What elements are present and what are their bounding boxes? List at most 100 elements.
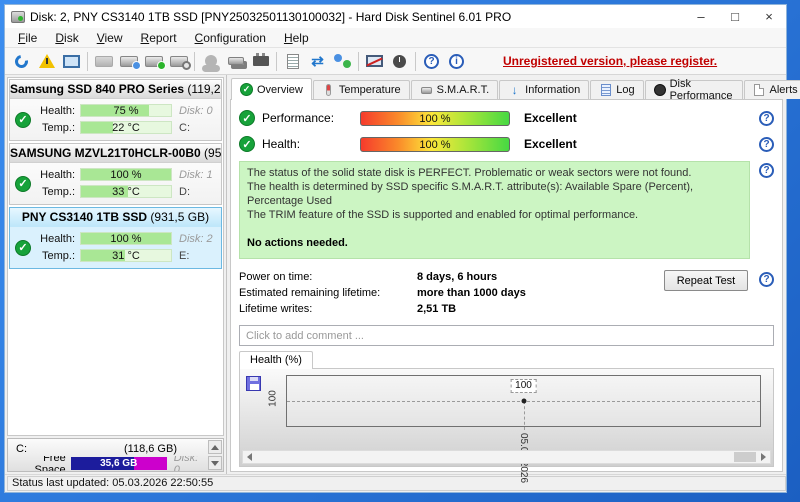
disk-name: Samsung SSD 840 PRO Series <box>10 82 185 96</box>
repeat-test-button[interactable]: Repeat Test <box>664 270 748 291</box>
refresh-icon[interactable] <box>9 50 34 72</box>
health-bar: 100 % <box>360 136 510 152</box>
health-label: Health: <box>40 168 75 181</box>
tab-temperature[interactable]: Temperature <box>312 80 410 99</box>
help-icon[interactable]: ? <box>419 50 444 72</box>
problem-report-icon[interactable] <box>34 50 59 72</box>
scroll-down-button[interactable] <box>208 456 222 470</box>
menu-help[interactable]: Help <box>275 29 318 47</box>
disk-name: PNY CS3140 1TB SSD <box>21 210 148 224</box>
chart-hscrollbar[interactable] <box>242 450 771 464</box>
remote-monitor-icon[interactable] <box>362 50 387 72</box>
health-status: Excellent <box>524 137 577 151</box>
health-help-icon[interactable]: ? <box>759 136 774 152</box>
window-title: Disk: 2, PNY CS3140 1TB SSD [PNY25032501… <box>30 9 512 24</box>
left-arrow-icon <box>247 453 252 461</box>
tab-label: Information <box>525 84 581 96</box>
info-label: Power on time: <box>239 271 313 283</box>
gauge-icon[interactable] <box>387 50 412 72</box>
tab-overview[interactable]: ✓ Overview <box>231 78 312 100</box>
tab-label: Alerts <box>769 84 798 96</box>
health-value: 100 % <box>110 169 142 181</box>
temp-value: 33 °C <box>112 186 140 198</box>
unregistered-link[interactable]: Unregistered version, please register. <box>503 54 717 68</box>
disk-number: Disk: 0 <box>179 104 213 117</box>
disk-ok-status-icon: ✓ <box>15 175 31 192</box>
info-value: more than 1000 days <box>417 287 526 299</box>
chart-plot-area: 100 05.03.2026 <box>286 375 761 483</box>
status-help-icon[interactable]: ? <box>759 163 774 178</box>
disk-copy-icon[interactable] <box>223 50 248 72</box>
disk-item-2-selected[interactable]: PNY CS3140 1TB SSD (931,5 GB) ✓ Health: … <box>9 207 222 269</box>
disk-size: (119,2 GB) <box>187 82 221 96</box>
disk-size: (931,5 GB) <box>150 210 210 224</box>
log-icon <box>600 84 611 96</box>
temp-label: Temp.: <box>41 249 75 262</box>
close-button[interactable]: × <box>752 5 786 28</box>
chart-point-label: 100 <box>510 379 537 393</box>
disk-number: Disk: 2 <box>179 232 213 245</box>
disk-ok-icon[interactable] <box>141 50 166 72</box>
scroll-up-button[interactable] <box>208 440 222 454</box>
user-disabled-icon <box>198 50 223 72</box>
tab-log[interactable]: Log <box>590 80 644 99</box>
drive-letter: C: <box>179 121 190 134</box>
chart-ytick: 100 <box>267 390 279 407</box>
status-line: The status of the solid state disk is PE… <box>247 167 692 179</box>
main-panel: ✓ Overview Temperature S.M.A.R.T. ↓ Info… <box>227 75 800 483</box>
info-icon[interactable]: i <box>444 50 469 72</box>
health-bar: 75 % <box>80 104 172 117</box>
menu-file[interactable]: File <box>9 29 46 47</box>
drive-letter: E: <box>179 249 190 262</box>
titlebar: Disk: 2, PNY CS3140 1TB SSD [PNY25032501… <box>5 5 786 28</box>
health-label: Health: <box>40 104 75 117</box>
tab-alerts[interactable]: Alerts <box>743 80 800 99</box>
health-row: ✓ Health: 100 % Excellent ? <box>239 131 774 157</box>
status-last-updated: Status last updated: 05.03.2026 22:50:55 <box>7 476 786 491</box>
save-chart-icon[interactable] <box>246 376 261 391</box>
repeat-test-help-icon[interactable]: ? <box>759 272 774 287</box>
health-bar: 100 % <box>80 168 172 181</box>
network-icon[interactable] <box>330 50 355 72</box>
scrollbar-thumb[interactable] <box>734 452 756 462</box>
disk-item-1[interactable]: SAMSUNG MZVL21T0HCLR-00B0 (953,9 GB) ✓ H… <box>9 143 222 205</box>
surface-test-icon[interactable] <box>59 50 84 72</box>
disk-search-icon[interactable] <box>166 50 191 72</box>
down-arrow-icon: ↓ <box>511 83 518 97</box>
tab-disk-performance[interactable]: Disk Performance <box>644 78 743 102</box>
partition-panel[interactable]: C: (118,6 GB) Free Space 35,6 GB Disk: 0 <box>7 438 224 472</box>
hardware-icon[interactable] <box>248 50 273 72</box>
performance-bar: 100 % <box>360 110 510 126</box>
menu-disk[interactable]: Disk <box>46 29 87 47</box>
comment-input[interactable] <box>239 325 774 346</box>
report-icon[interactable] <box>280 50 305 72</box>
disk-schedule-icon[interactable] <box>116 50 141 72</box>
menu-configuration[interactable]: Configuration <box>186 29 275 47</box>
performance-icon <box>653 84 666 96</box>
info-label: Estimated remaining lifetime: <box>239 287 381 299</box>
performance-ok-icon: ✓ <box>239 110 255 126</box>
disk-item-0[interactable]: Samsung SSD 840 PRO Series (119,2 GB) ✓ … <box>9 79 222 141</box>
performance-help-icon[interactable]: ? <box>759 110 774 126</box>
status-line: The TRIM feature of the SSD is supported… <box>247 209 639 221</box>
temp-label: Temp.: <box>41 121 75 134</box>
minimize-button[interactable]: – <box>684 5 718 28</box>
tab-label: Log <box>616 84 635 96</box>
maximize-button[interactable]: □ <box>718 5 752 28</box>
tab-smart[interactable]: S.M.A.R.T. <box>410 80 499 99</box>
disk-ok-status-icon: ✓ <box>15 111 31 128</box>
disk-sidebar: Samsung SSD 840 PRO Series (119,2 GB) ✓ … <box>5 75 227 474</box>
toolbar: ⇄ ? i Unregistered version, please regis… <box>5 48 786 75</box>
temp-bar: 33 °C <box>80 185 172 198</box>
scroll-left-button[interactable] <box>243 451 256 463</box>
scroll-right-button[interactable] <box>757 451 770 463</box>
sync-icon[interactable]: ⇄ <box>305 50 330 72</box>
tab-label: S.M.A.R.T. <box>436 84 490 96</box>
menu-report[interactable]: Report <box>132 29 186 47</box>
menu-view[interactable]: View <box>88 29 132 47</box>
chart-tab-health[interactable]: Health (%) <box>239 351 313 369</box>
tab-information[interactable]: ↓ Information <box>499 80 590 99</box>
partition-letter: C: <box>16 442 27 455</box>
overview-content: ✓ Performance: 100 % Excellent ? ✓ Healt… <box>230 99 783 483</box>
health-bar: 100 % <box>80 232 172 245</box>
